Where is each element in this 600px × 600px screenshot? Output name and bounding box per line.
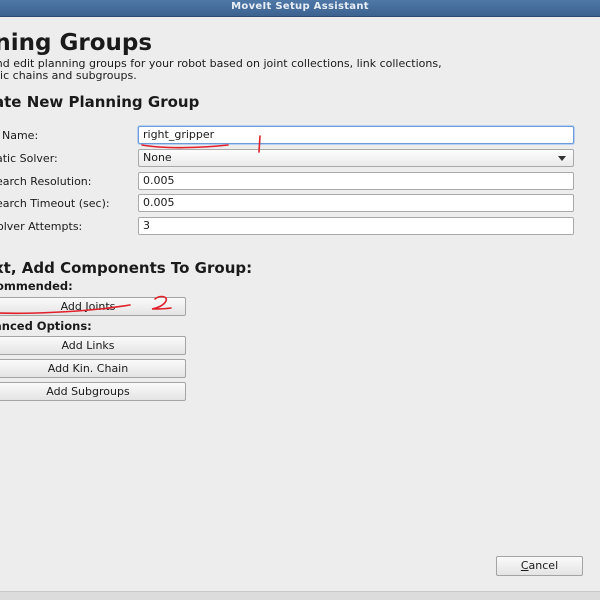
group-name-label: Name:	[2, 129, 39, 142]
recommended-label: ommended:	[0, 279, 73, 293]
chevron-down-icon	[558, 156, 566, 161]
setup-assistant-window: MoveIt Setup Assistant nning Groups and …	[0, 0, 600, 600]
page-description: and edit planning groups for your robot …	[0, 58, 442, 82]
search-timeout-input[interactable]: 0.005	[138, 194, 574, 212]
search-resolution-input[interactable]: 0.005	[138, 172, 574, 190]
kinematic-solver-dropdown[interactable]: None	[138, 149, 574, 167]
search-timeout-label: earch Timeout (sec):	[0, 197, 110, 210]
group-name-input[interactable]: right_gripper	[138, 126, 574, 144]
window-titlebar[interactable]: MoveIt Setup Assistant	[0, 0, 600, 17]
add-subgroups-button[interactable]: Add Subgroups	[0, 382, 186, 401]
components-section-title: xt, Add Components To Group:	[0, 259, 253, 277]
page-description-line-2: atic chains and subgroups.	[0, 69, 137, 82]
annotation-underline-1	[141, 144, 229, 149]
solver-attempts-input[interactable]: 3	[138, 217, 574, 235]
add-joints-button[interactable]: Add Joints	[0, 297, 186, 316]
cancel-mnemonic: C	[520, 559, 529, 572]
kinematic-solver-label: atic Solver:	[0, 152, 58, 165]
page-title: nning Groups	[0, 30, 153, 56]
advanced-options-label: anced Options:	[0, 319, 92, 333]
add-kin-chain-button[interactable]: Add Kin. Chain	[0, 359, 186, 378]
add-links-button[interactable]: Add Links	[0, 336, 186, 355]
create-group-section-title: ate New Planning Group	[0, 93, 200, 111]
search-resolution-label: earch Resolution:	[0, 175, 92, 188]
window-title: MoveIt Setup Assistant	[231, 1, 369, 12]
cancel-button[interactable]: Cancel	[496, 556, 583, 576]
cancel-label: ancel	[528, 559, 559, 572]
window-bottom-bar	[0, 591, 600, 600]
solver-attempts-label: olver Attempts:	[0, 220, 83, 233]
kinematic-solver-value: None	[143, 151, 172, 164]
